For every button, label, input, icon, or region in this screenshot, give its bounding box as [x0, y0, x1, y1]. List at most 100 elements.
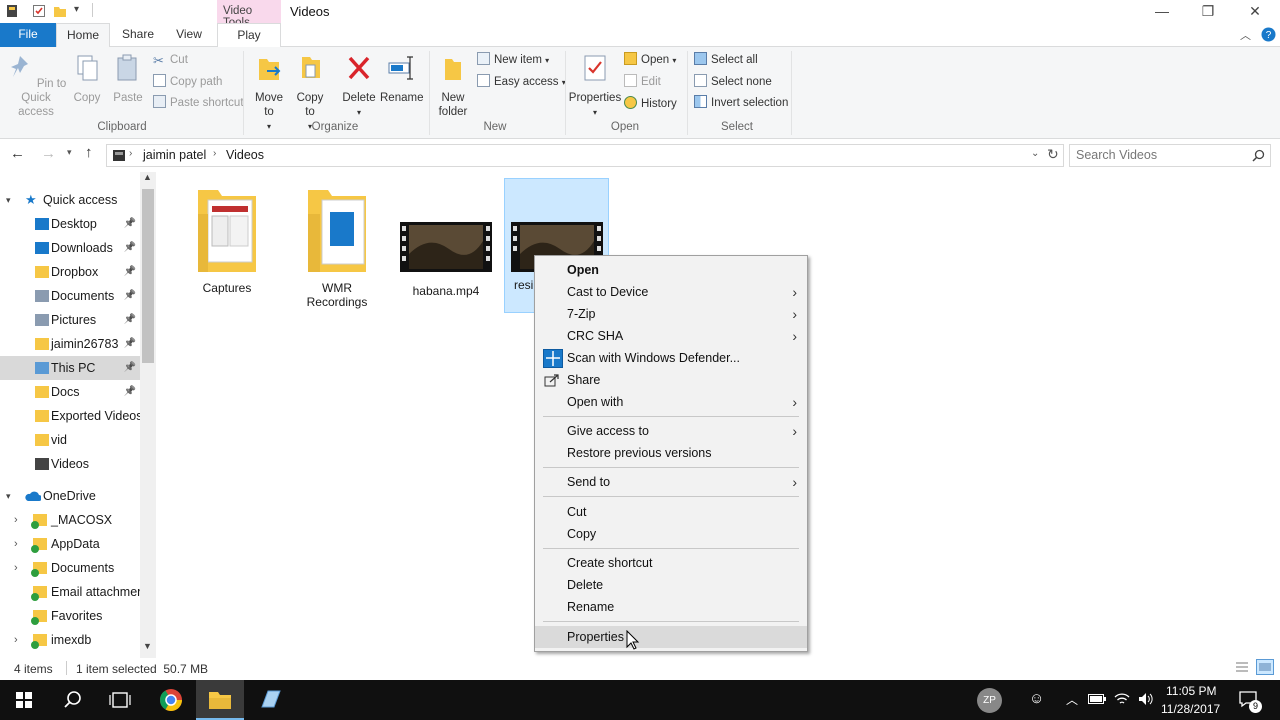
- menu-item-open-with[interactable]: Open with ›: [535, 391, 807, 413]
- tab-share[interactable]: Share: [115, 23, 161, 47]
- clock-time[interactable]: 11:05 PM: [1166, 684, 1216, 698]
- rename-button[interactable]: Rename: [380, 49, 423, 105]
- copy-path-button[interactable]: Copy path: [153, 72, 222, 92]
- new-item-button[interactable]: New item ▾: [477, 50, 549, 70]
- file-item[interactable]: habana.mp4: [398, 184, 494, 298]
- properties-button[interactable]: Properties ▾: [568, 49, 622, 120]
- breadcrumb-chevron-icon[interactable]: ›: [213, 148, 216, 159]
- breadcrumb-videos[interactable]: Videos: [226, 148, 264, 162]
- nav-item[interactable]: Exported Videos: [0, 404, 140, 428]
- pin-icon[interactable]: 📌: [124, 356, 136, 380]
- pin-to-quick-access-button[interactable]: Pin to Quick access: [4, 49, 68, 119]
- address-dropdown-icon[interactable]: ⌄: [1031, 148, 1039, 159]
- show-hidden-icons-icon[interactable]: ︿: [1066, 691, 1078, 708]
- nav-item[interactable]: Videos: [0, 452, 140, 476]
- menu-item-cut[interactable]: Cut: [535, 501, 807, 523]
- menu-item-rename[interactable]: Rename: [535, 596, 807, 618]
- pin-icon[interactable]: 📌: [124, 284, 136, 308]
- collapse-ribbon-icon[interactable]: ︿: [1240, 27, 1251, 43]
- clock-date[interactable]: 11/28/2017: [1161, 702, 1220, 716]
- tab-file[interactable]: File: [0, 23, 56, 47]
- nav-item[interactable]: This PC 📌: [0, 356, 140, 380]
- expand-chevron-icon[interactable]: ›: [14, 628, 18, 652]
- move-to-button[interactable]: Move to ▾: [250, 49, 288, 134]
- paste-button[interactable]: Paste: [110, 49, 146, 105]
- new-folder-button[interactable]: New folder: [434, 49, 472, 119]
- pin-icon[interactable]: 📌: [124, 332, 136, 356]
- open-button[interactable]: Open ▾: [624, 50, 676, 70]
- menu-item-crc-sha[interactable]: CRC SHA ›: [535, 325, 807, 347]
- nav-item[interactable]: Email attachmen: [0, 580, 140, 604]
- menu-item-scan-defender[interactable]: Scan with Windows Defender...: [535, 347, 807, 369]
- expand-chevron-icon[interactable]: ›: [14, 508, 18, 532]
- nav-item[interactable]: Downloads 📌: [0, 236, 140, 260]
- nav-item[interactable]: Dropbox 📌: [0, 260, 140, 284]
- nav-item[interactable]: Docs 📌: [0, 380, 140, 404]
- nav-item[interactable]: › Documents: [0, 556, 140, 580]
- nav-item[interactable]: › imexdb: [0, 628, 140, 652]
- menu-item-7zip[interactable]: 7-Zip ›: [535, 303, 807, 325]
- people-icon[interactable]: ☺: [1029, 690, 1044, 707]
- nav-item[interactable]: Desktop 📌: [0, 212, 140, 236]
- breadcrumb-jaimin-patel[interactable]: jaimin patel: [143, 148, 206, 162]
- nav-item[interactable]: Pictures 📌: [0, 308, 140, 332]
- menu-item-properties[interactable]: Properties: [535, 626, 807, 648]
- menu-item-delete[interactable]: Delete: [535, 574, 807, 596]
- nav-item[interactable]: › _MACOSX: [0, 508, 140, 532]
- menu-item-copy[interactable]: Copy: [535, 523, 807, 545]
- recent-locations-chevron-icon[interactable]: ▾: [67, 147, 72, 158]
- menu-item-open[interactable]: Open: [535, 259, 807, 281]
- explorer-app-icon[interactable]: [5, 4, 19, 18]
- edit-button[interactable]: Edit: [624, 72, 661, 92]
- details-view-icon[interactable]: [1234, 660, 1250, 674]
- copy-button[interactable]: Copy: [70, 49, 104, 105]
- expand-chevron-icon[interactable]: ›: [14, 556, 18, 580]
- paste-shortcut-button[interactable]: Paste shortcut: [153, 93, 244, 113]
- nav-quick-access[interactable]: ▾ ★ Quick access: [0, 188, 140, 212]
- back-arrow-icon[interactable]: ←: [10, 145, 25, 162]
- search-icon[interactable]: [1252, 149, 1265, 162]
- restore-button[interactable]: ❐: [1185, 0, 1231, 23]
- history-button[interactable]: History: [624, 94, 677, 114]
- scroll-up-arrow-icon[interactable]: ▲: [143, 172, 152, 182]
- pin-icon[interactable]: 📌: [124, 380, 136, 404]
- nav-item[interactable]: Documents 📌: [0, 284, 140, 308]
- menu-item-cast-to-device[interactable]: Cast to Device ›: [535, 281, 807, 303]
- minimize-button[interactable]: —: [1139, 0, 1185, 23]
- delete-button[interactable]: Delete ▾: [340, 49, 378, 120]
- pin-icon[interactable]: 📌: [124, 308, 136, 332]
- breadcrumb-chevron-icon[interactable]: ›: [129, 148, 132, 159]
- easy-access-button[interactable]: Easy access ▾: [477, 72, 566, 92]
- address-bar[interactable]: › jaimin patel › Videos ⌄ ↻: [106, 144, 1064, 167]
- nav-item[interactable]: vid: [0, 428, 140, 452]
- tab-home[interactable]: Home: [56, 23, 110, 48]
- pin-icon[interactable]: 📌: [124, 212, 136, 236]
- tab-play[interactable]: Play: [217, 23, 281, 47]
- customize-qat-icon[interactable]: ▾: [74, 4, 79, 15]
- forward-arrow-icon[interactable]: →: [41, 145, 56, 162]
- battery-icon[interactable]: [1088, 693, 1106, 705]
- menu-item-restore-previous[interactable]: Restore previous versions: [535, 442, 807, 464]
- nav-onedrive[interactable]: ▾ OneDrive: [0, 484, 140, 508]
- invert-selection-button[interactable]: Invert selection: [694, 93, 788, 113]
- user-avatar[interactable]: ZP: [977, 688, 1002, 713]
- refresh-icon[interactable]: ↻: [1047, 146, 1059, 163]
- close-button[interactable]: ✕: [1232, 0, 1278, 23]
- nav-pane-scrollbar[interactable]: ▲ ▼: [140, 172, 156, 658]
- new-folder-qat-icon[interactable]: [53, 4, 67, 18]
- select-none-button[interactable]: Select none: [694, 72, 772, 92]
- search-input[interactable]: Search Videos: [1069, 144, 1271, 167]
- file-item[interactable]: WMR Recordings: [290, 184, 384, 309]
- nav-item[interactable]: › AppData: [0, 532, 140, 556]
- volume-icon[interactable]: [1137, 691, 1155, 707]
- nav-item[interactable]: Favorites: [0, 604, 140, 628]
- tab-view[interactable]: View: [167, 23, 211, 47]
- task-view-icon[interactable]: [96, 680, 144, 720]
- pin-icon[interactable]: 📌: [124, 260, 136, 284]
- properties-qat-icon[interactable]: [32, 4, 46, 18]
- up-arrow-icon[interactable]: ↑: [85, 144, 93, 161]
- pin-icon[interactable]: 📌: [124, 236, 136, 260]
- menu-item-share[interactable]: Share: [535, 369, 807, 391]
- scroll-down-arrow-icon[interactable]: ▼: [143, 641, 152, 651]
- expand-chevron-icon[interactable]: ›: [14, 532, 18, 556]
